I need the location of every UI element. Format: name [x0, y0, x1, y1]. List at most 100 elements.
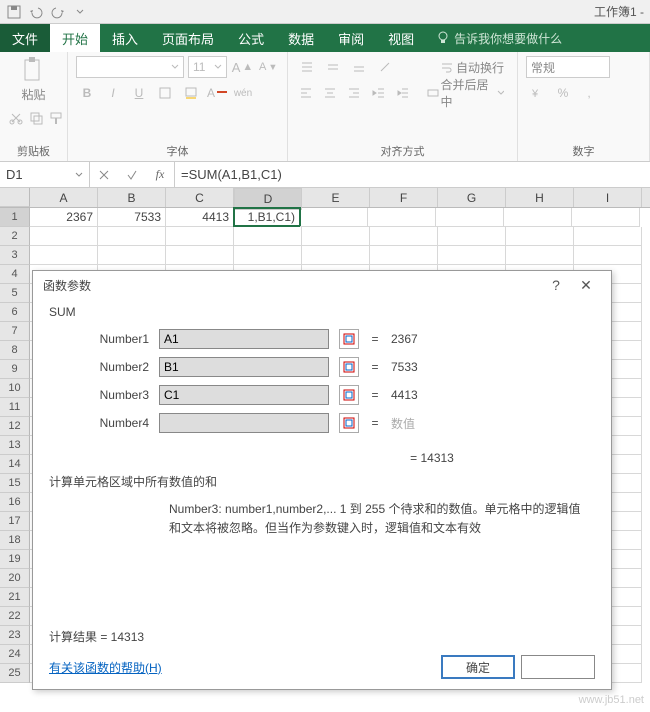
- cancel-icon[interactable]: [90, 162, 118, 187]
- tell-me[interactable]: 告诉我你想要做什么: [426, 24, 562, 52]
- ok-button[interactable]: 确定: [441, 655, 515, 679]
- tab-view[interactable]: 视图: [376, 24, 426, 52]
- cell-E3[interactable]: [302, 246, 370, 265]
- cell-I3[interactable]: [574, 246, 642, 265]
- fill-color-icon[interactable]: [180, 82, 202, 104]
- fx-icon[interactable]: fx: [146, 162, 174, 187]
- col-header-B[interactable]: B: [98, 188, 166, 207]
- cell-A2[interactable]: [30, 227, 98, 246]
- tab-insert[interactable]: 插入: [100, 24, 150, 52]
- range-selector-icon[interactable]: [339, 357, 359, 377]
- qat-dropdown-icon[interactable]: [72, 4, 88, 20]
- save-icon[interactable]: [6, 4, 22, 20]
- close-icon[interactable]: ✕: [571, 277, 601, 294]
- row-header-15[interactable]: 15: [0, 474, 30, 493]
- row-header-12[interactable]: 12: [0, 417, 30, 436]
- font-size-select[interactable]: 11: [188, 56, 227, 78]
- secondary-button[interactable]: [521, 655, 595, 679]
- row-header-22[interactable]: 22: [0, 607, 30, 626]
- row-header-25[interactable]: 25: [0, 664, 30, 683]
- cell-H2[interactable]: [506, 227, 574, 246]
- cell-C2[interactable]: [166, 227, 234, 246]
- col-header-I[interactable]: I: [574, 188, 642, 207]
- arg-input-1[interactable]: [159, 329, 329, 349]
- col-header-C[interactable]: C: [166, 188, 234, 207]
- row-header-5[interactable]: 5: [0, 284, 30, 303]
- function-help-link[interactable]: 有关该函数的帮助(H): [49, 659, 162, 676]
- row-header-1[interactable]: 1: [0, 208, 30, 227]
- col-header-H[interactable]: H: [506, 188, 574, 207]
- currency-icon[interactable]: ¥: [526, 82, 548, 104]
- cell-B3[interactable]: [98, 246, 166, 265]
- undo-icon[interactable]: [28, 4, 44, 20]
- row-header-24[interactable]: 24: [0, 645, 30, 664]
- col-header-E[interactable]: E: [302, 188, 370, 207]
- cut-icon[interactable]: [8, 107, 24, 129]
- row-header-23[interactable]: 23: [0, 626, 30, 645]
- cell-I1[interactable]: [572, 208, 640, 227]
- arg-input-3[interactable]: [159, 385, 329, 405]
- help-icon[interactable]: ?: [541, 277, 571, 293]
- row-header-18[interactable]: 18: [0, 531, 30, 550]
- tab-file[interactable]: 文件: [0, 24, 50, 52]
- comma-icon[interactable]: ,: [578, 82, 600, 104]
- cell-H3[interactable]: [506, 246, 574, 265]
- bold-button[interactable]: B: [76, 82, 98, 104]
- cell-C3[interactable]: [166, 246, 234, 265]
- cell-B1[interactable]: 7533: [98, 208, 166, 227]
- underline-button[interactable]: U: [128, 82, 150, 104]
- italic-button[interactable]: I: [102, 82, 124, 104]
- font-color-icon[interactable]: A: [206, 82, 228, 104]
- range-selector-icon[interactable]: [339, 329, 359, 349]
- row-header-19[interactable]: 19: [0, 550, 30, 569]
- row-header-9[interactable]: 9: [0, 360, 30, 379]
- cell-F3[interactable]: [370, 246, 438, 265]
- cell-D1[interactable]: 1,B1,C1): [233, 207, 301, 227]
- row-header-2[interactable]: 2: [0, 227, 30, 246]
- range-selector-icon[interactable]: [339, 385, 359, 405]
- arg-input-2[interactable]: [159, 357, 329, 377]
- cell-C1[interactable]: 4413: [166, 208, 234, 227]
- cell-I2[interactable]: [574, 227, 642, 246]
- row-header-3[interactable]: 3: [0, 246, 30, 265]
- dialog-titlebar[interactable]: 函数参数 ? ✕: [33, 271, 611, 299]
- tab-formula[interactable]: 公式: [226, 24, 276, 52]
- row-header-10[interactable]: 10: [0, 379, 30, 398]
- number-format-select[interactable]: 常规: [526, 56, 610, 78]
- row-header-21[interactable]: 21: [0, 588, 30, 607]
- align-top-icon[interactable]: [296, 56, 318, 78]
- copy-icon[interactable]: [28, 107, 44, 129]
- tab-home[interactable]: 开始: [50, 24, 100, 52]
- format-painter-icon[interactable]: [48, 107, 64, 129]
- select-all-corner[interactable]: [0, 188, 30, 207]
- cell-A1[interactable]: 2367: [30, 208, 98, 227]
- cell-E1[interactable]: [300, 208, 368, 227]
- tab-data[interactable]: 数据: [276, 24, 326, 52]
- arg-input-4[interactable]: [159, 413, 329, 433]
- increase-font-icon[interactable]: A▲: [231, 56, 253, 78]
- row-header-20[interactable]: 20: [0, 569, 30, 588]
- cell-G1[interactable]: [436, 208, 504, 227]
- cell-A3[interactable]: [30, 246, 98, 265]
- cell-G3[interactable]: [438, 246, 506, 265]
- formula-input[interactable]: =SUM(A1,B1,C1): [175, 162, 650, 187]
- cell-D2[interactable]: [234, 227, 302, 246]
- paste-button[interactable]: 粘贴: [21, 56, 47, 103]
- row-header-7[interactable]: 7: [0, 322, 30, 341]
- row-header-11[interactable]: 11: [0, 398, 30, 417]
- cell-F2[interactable]: [370, 227, 438, 246]
- col-header-A[interactable]: A: [30, 188, 98, 207]
- row-header-6[interactable]: 6: [0, 303, 30, 322]
- row-header-17[interactable]: 17: [0, 512, 30, 531]
- cell-D3[interactable]: [234, 246, 302, 265]
- cell-B2[interactable]: [98, 227, 166, 246]
- font-name-select[interactable]: [76, 56, 184, 78]
- align-right-icon[interactable]: [344, 82, 364, 104]
- row-header-14[interactable]: 14: [0, 455, 30, 474]
- align-left-icon[interactable]: [296, 82, 316, 104]
- col-header-F[interactable]: F: [370, 188, 438, 207]
- phonetic-icon[interactable]: wén: [232, 82, 254, 104]
- row-header-8[interactable]: 8: [0, 341, 30, 360]
- row-header-16[interactable]: 16: [0, 493, 30, 512]
- enter-icon[interactable]: [118, 162, 146, 187]
